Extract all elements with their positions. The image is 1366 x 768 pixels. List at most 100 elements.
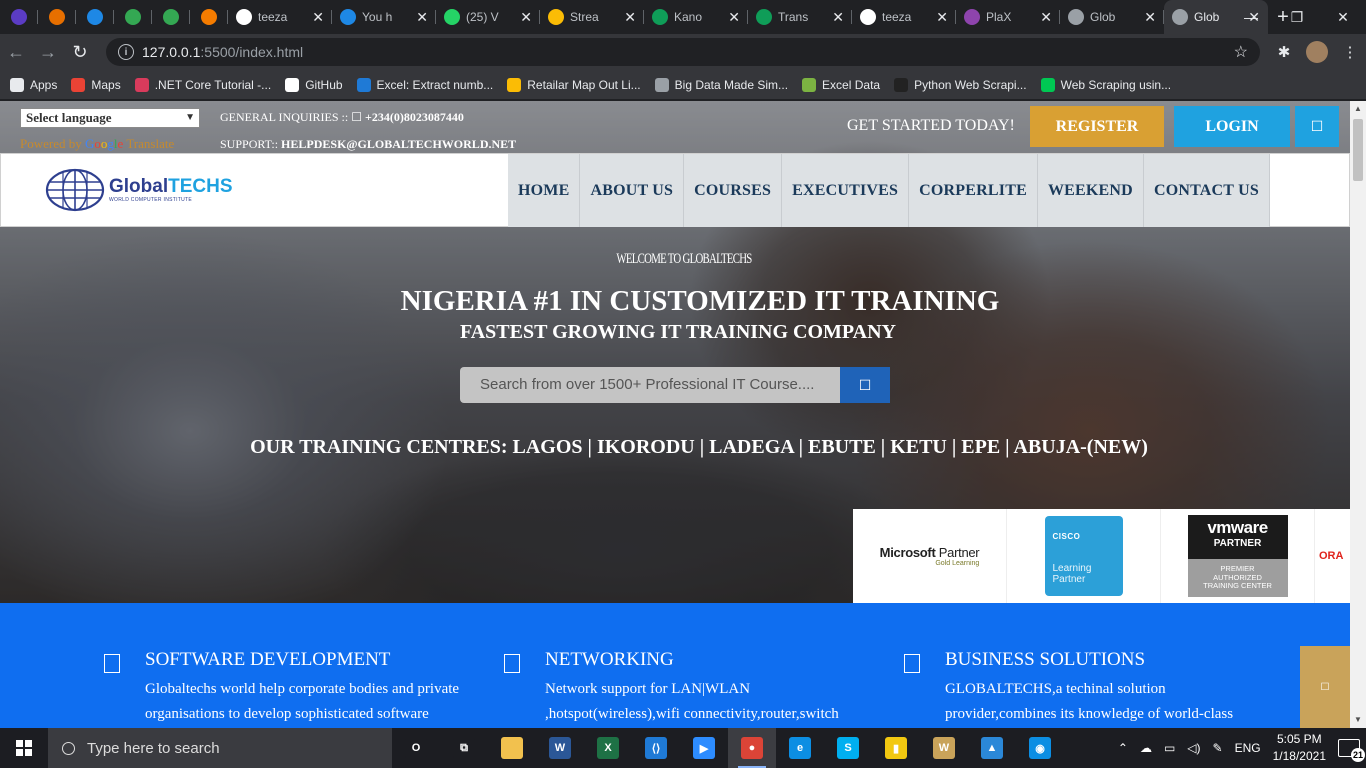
bookmark-item[interactable]: Excel Data [802, 77, 880, 92]
browser-tab[interactable]: Glob ✕ [1060, 0, 1164, 34]
taskbar-app[interactable] [488, 728, 536, 768]
onedrive-icon[interactable]: ☁ [1140, 741, 1152, 755]
login-button[interactable]: LOGIN [1174, 106, 1290, 147]
register-button[interactable]: REGISTER [1030, 106, 1164, 147]
vmware-partner: PARTNER [1213, 538, 1262, 549]
volume-icon[interactable]: ◁) [1187, 741, 1200, 755]
course-search-button[interactable]: ☐ [840, 367, 890, 403]
support-email[interactable]: HELPDESK@GLOBALTECHWORLD.NET [281, 137, 516, 151]
browser-tab[interactable] [190, 0, 228, 34]
taskbar-app[interactable]: ● [728, 728, 776, 768]
close-tab-icon[interactable]: ✕ [728, 9, 740, 26]
close-tab-icon[interactable]: ✕ [936, 9, 948, 26]
bookmark-item[interactable]: Excel: Extract numb... [356, 77, 493, 92]
taskbar-app[interactable]: S [824, 728, 872, 768]
bookmark-item[interactable]: Retailar Map Out Li... [507, 77, 641, 92]
bookmark-item[interactable]: Python Web Scrapi... [894, 77, 1027, 92]
bookmark-label: Maps [91, 77, 121, 92]
back-icon[interactable]: ← [0, 42, 32, 63]
start-button[interactable] [0, 728, 48, 768]
browser-tab[interactable] [76, 0, 114, 34]
window-controls: — ❐ ✕ [1228, 0, 1366, 34]
browser-tab[interactable] [152, 0, 190, 34]
inquiries-phone[interactable]: +234(0)8023087440 [365, 110, 464, 124]
extensions-icon[interactable]: ✱ [1268, 43, 1300, 61]
bookmark-item[interactable]: Web Scraping usin... [1040, 77, 1171, 92]
close-tab-icon[interactable]: ✕ [1144, 9, 1156, 26]
nav-executives[interactable]: EXECUTIVES [782, 154, 910, 227]
address-bar[interactable]: i 127.0.0.1:5500/index.html ☆ [106, 38, 1260, 66]
close-tab-icon[interactable]: ✕ [312, 9, 324, 26]
close-tab-icon[interactable]: ✕ [1040, 9, 1052, 26]
browser-tab[interactable]: (25) V ✕ [436, 0, 540, 34]
browser-tab[interactable] [114, 0, 152, 34]
input-language[interactable]: ENG [1235, 741, 1261, 755]
taskbar-app[interactable]: W [536, 728, 584, 768]
action-center-icon[interactable]: 21 [1338, 739, 1365, 762]
nav-courses[interactable]: COURSES [684, 154, 783, 227]
nav-contact-us[interactable]: CONTACT US [1143, 154, 1270, 227]
browser-tab[interactable]: Kano ✕ [644, 0, 748, 34]
page-scrollbar[interactable]: ▲ ▼ [1350, 101, 1366, 728]
profile-avatar[interactable] [1306, 41, 1328, 63]
google-letter: G [85, 136, 95, 151]
chevron-up-icon[interactable]: ⌃ [1118, 741, 1128, 755]
scroll-up-icon[interactable]: ▲ [1350, 101, 1366, 117]
nav-corperlite[interactable]: CORPERLITE [909, 154, 1038, 227]
minimize-icon[interactable]: — [1228, 0, 1274, 34]
browser-tab[interactable]: PlaX ✕ [956, 0, 1060, 34]
taskbar-app[interactable]: ⟨⟩ [632, 728, 680, 768]
language-select[interactable]: Select language ▼ [20, 108, 200, 128]
taskbar-app[interactable]: ▶ [680, 728, 728, 768]
close-window-icon[interactable]: ✕ [1320, 0, 1366, 34]
browser-tab[interactable] [0, 0, 38, 34]
browser-tab[interactable]: Strea ✕ [540, 0, 644, 34]
bookmark-item[interactable]: Big Data Made Sim... [654, 77, 788, 92]
clock[interactable]: 5:05 PM 1/18/2021 [1273, 731, 1326, 765]
bookmark-item[interactable]: .NET Core Tutorial -... [134, 77, 271, 92]
bookmark-item[interactable]: Apps [10, 77, 57, 92]
bookmark-item[interactable]: Maps [71, 77, 121, 92]
google-translate-credit[interactable]: Powered by Google Translate [20, 136, 174, 152]
loading-icon [125, 9, 141, 25]
menu-toggle-button[interactable]: ☐ [1295, 106, 1339, 147]
battery-icon[interactable]: ▭ [1164, 741, 1175, 755]
browser-tab[interactable]: teeza ✕ [228, 0, 332, 34]
scrollbar-thumb[interactable] [1353, 119, 1363, 181]
reload-icon[interactable]: ↻ [64, 42, 96, 63]
pen-icon[interactable]: ✎ [1213, 741, 1223, 755]
nav-about-us[interactable]: ABOUT US [580, 154, 685, 227]
skype-icon: S [837, 737, 859, 759]
taskbar-app[interactable]: O [392, 728, 440, 768]
bookmark-star-icon[interactable]: ☆ [1234, 42, 1248, 62]
close-tab-icon[interactable]: ✕ [624, 9, 636, 26]
scroll-to-top-button[interactable]: ☐ [1300, 646, 1350, 728]
bookmark-label: GitHub [305, 77, 343, 92]
close-tab-icon[interactable]: ✕ [520, 9, 532, 26]
edge-icon: e [789, 737, 811, 759]
browser-tab[interactable]: You h ✕ [332, 0, 436, 34]
browser-tab[interactable]: Trans ✕ [748, 0, 852, 34]
taskbar-app[interactable]: X [584, 728, 632, 768]
taskbar-search[interactable]: Type here to search [48, 728, 392, 768]
nav-weekend[interactable]: WEEKEND [1037, 154, 1144, 227]
nav-home[interactable]: HOME [508, 154, 581, 227]
close-tab-icon[interactable]: ✕ [832, 9, 844, 26]
scroll-down-icon[interactable]: ▼ [1350, 712, 1366, 728]
taskbar-app[interactable]: ⧉ [440, 728, 488, 768]
more-menu-icon[interactable]: ⋮ [1334, 43, 1366, 61]
browser-tab[interactable]: teeza ✕ [852, 0, 956, 34]
taskbar-app[interactable]: ◉ [1016, 728, 1064, 768]
forward-icon[interactable]: → [32, 42, 64, 63]
browser-tab[interactable] [38, 0, 76, 34]
restore-icon[interactable]: ❐ [1274, 0, 1320, 34]
taskbar-app[interactable]: ▮ [872, 728, 920, 768]
taskbar-app[interactable]: ▲ [968, 728, 1016, 768]
close-tab-icon[interactable]: ✕ [416, 9, 428, 26]
taskbar-app[interactable]: W [920, 728, 968, 768]
course-search-input[interactable]: Search from over 1500+ Professional IT C… [460, 367, 840, 403]
bookmark-item[interactable]: GitHub [285, 77, 343, 92]
site-logo[interactable]: GlobalTECHS WORLD COMPUTER INSTITUTE [45, 168, 233, 212]
site-info-icon[interactable]: i [118, 44, 134, 60]
taskbar-app[interactable]: e [776, 728, 824, 768]
